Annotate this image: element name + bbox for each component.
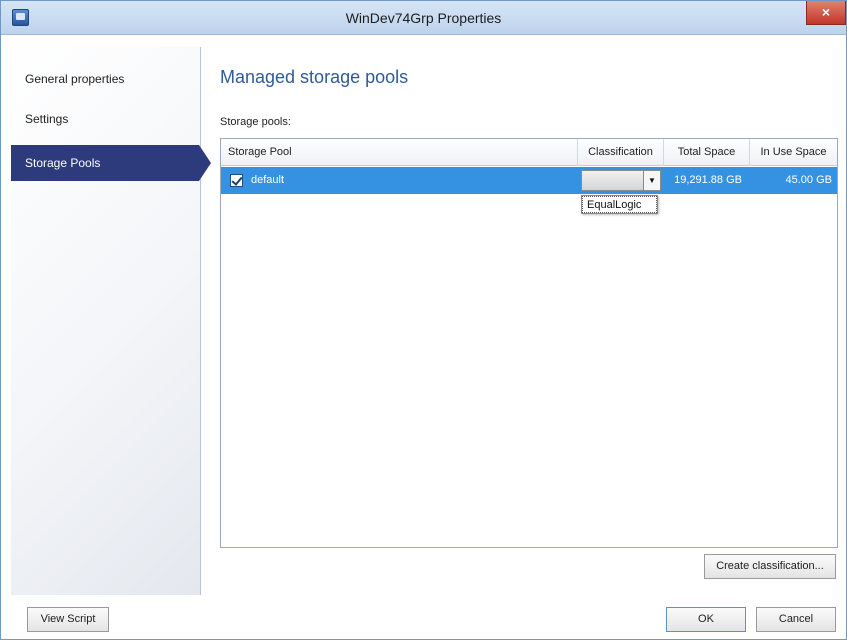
storage-pools-label: Storage pools:	[220, 116, 291, 128]
storage-pools-grid[interactable]: Storage Pool Classification Total Space …	[220, 138, 838, 548]
view-script-button[interactable]: View Script	[27, 607, 109, 632]
classification-dropdown-list: EqualLogic	[581, 195, 658, 214]
sidebar-item-settings[interactable]: Settings	[11, 101, 199, 137]
ok-button[interactable]: OK	[666, 607, 746, 632]
classification-dropdown[interactable]: ▼	[581, 170, 661, 191]
column-header-storage-pool[interactable]: Storage Pool	[221, 139, 578, 166]
close-button[interactable]: ×	[806, 1, 846, 25]
column-header-total-space[interactable]: Total Space	[664, 139, 750, 166]
cancel-button[interactable]: Cancel	[756, 607, 836, 632]
column-header-classification[interactable]: Classification	[578, 139, 664, 166]
sidebar: General properties Settings Storage Pool…	[11, 47, 211, 595]
chevron-down-icon[interactable]: ▼	[643, 171, 660, 190]
pool-name: default	[251, 174, 285, 186]
properties-window: WinDev74Grp Properties × General propert…	[0, 0, 847, 640]
window-title: WinDev74Grp Properties	[345, 10, 502, 26]
pool-checkbox[interactable]	[230, 174, 243, 187]
pool-total-space: 19,291.88 GB	[674, 174, 742, 186]
grid-header: Storage Pool Classification Total Space …	[221, 139, 837, 166]
pool-in-use-space: 45.00 GB	[785, 174, 832, 186]
create-classification-button[interactable]: Create classification...	[704, 554, 836, 579]
title-bar[interactable]: WinDev74Grp Properties ×	[1, 1, 846, 35]
column-header-in-use-space[interactable]: In Use Space	[750, 139, 837, 166]
page-title: Managed storage pools	[220, 67, 409, 87]
sidebar-item-general-properties[interactable]: General properties	[11, 61, 199, 97]
table-row[interactable]: default ▼ 19,291.88 GB 45.00 GB	[221, 167, 837, 194]
sidebar-item-storage-pools[interactable]: Storage Pools	[11, 145, 211, 181]
classification-option-equallogic[interactable]: EqualLogic	[582, 196, 657, 213]
